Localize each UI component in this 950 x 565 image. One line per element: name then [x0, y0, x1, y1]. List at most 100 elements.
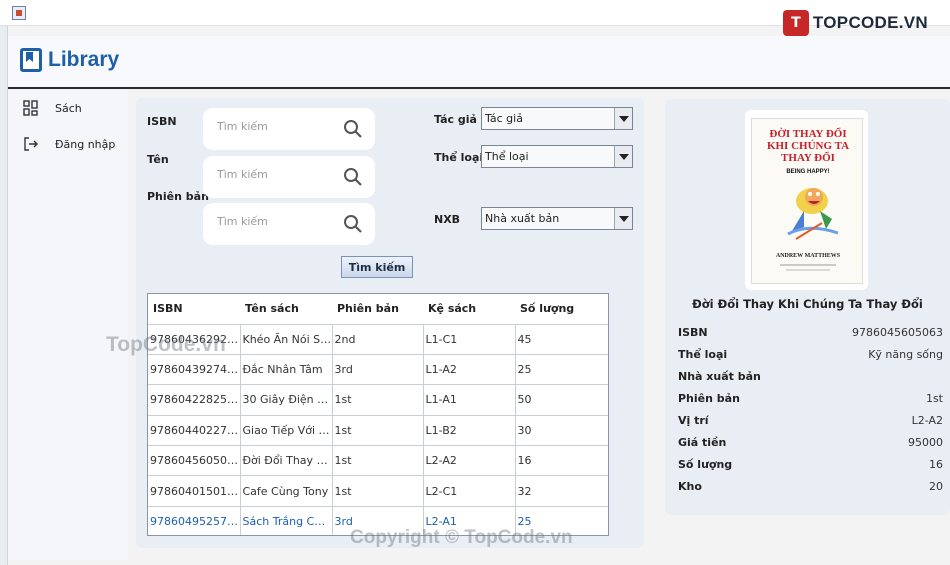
sidebar-item-dang-nhap[interactable]: Đăng nhập	[23, 136, 115, 152]
table-cell: 9786040150148	[148, 475, 241, 507]
table-cell: 45	[515, 324, 608, 355]
search-button[interactable]: Tìm kiếm	[341, 256, 413, 278]
detail-field-row: ISBN 9786045605063	[678, 326, 943, 342]
table-cell: L1-C1	[423, 324, 516, 355]
book-cover-frame: ĐỜI THAY ĐỔI KHI CHÚNG TA THAY ĐỔI BEING…	[745, 110, 868, 290]
detail-field-row: Giá tiền 95000	[678, 436, 943, 452]
tac-gia-label: Tác giả	[434, 113, 477, 126]
detail-field-row: Số lượng 16	[678, 458, 943, 474]
table-cell: Cafe Cùng Tony	[240, 475, 333, 507]
search-icon[interactable]	[343, 214, 363, 234]
cover-title-line-3: THAY ĐỔI	[781, 151, 835, 164]
table-row[interactable]: 9786043927436 Đắc Nhân Tâm 3rd L1-A2 25	[148, 354, 608, 386]
window-left-edge	[0, 26, 8, 565]
detail-field-value: 95000	[908, 436, 943, 449]
detail-field-value: 1st	[925, 392, 943, 405]
search-icon[interactable]	[343, 119, 363, 139]
detail-field-value: 20	[929, 480, 943, 493]
phien-ban-label: Phiên bản	[147, 190, 209, 203]
table-row[interactable]: 9786040150148 Cafe Cùng Tony 1st L2-C1 32	[148, 475, 608, 507]
detail-field-label: Thể loại	[678, 348, 728, 361]
table-cell: L1-A1	[423, 384, 516, 416]
table-row[interactable]: 9786049525795Sách Trắng Công Nghệ3rdL2-A…	[148, 506, 608, 535]
table-row[interactable]: 9786044022741Giao Tiếp Với Bất Kỳ Ai1stL…	[148, 415, 608, 447]
table-cell: 1st	[332, 475, 424, 507]
table-cell: L2-A1	[423, 506, 516, 535]
table-cell: 25	[515, 506, 608, 535]
nxb-dropdown[interactable]: Nhà xuất bản	[481, 207, 633, 230]
isbn-label: ISBN	[147, 115, 177, 128]
table-cell: 2nd	[332, 324, 424, 355]
table-cell: Đắc Nhân Tâm	[240, 354, 333, 386]
chevron-down-icon[interactable]	[615, 146, 632, 167]
column-header-phien-ban[interactable]: Phiên bản	[332, 294, 423, 325]
detail-field-row: Nhà xuất bản	[678, 370, 943, 386]
table-cell: 25	[515, 354, 608, 386]
books-table: ISBN Tên sách Phiên bản Kệ sách Số lượng…	[147, 293, 609, 536]
detail-field-row: Phiên bản 1st	[678, 392, 943, 408]
isbn-search-box	[203, 108, 375, 150]
table-cell: 50	[515, 384, 608, 416]
table-row[interactable]: 9786043629224Khéo Ăn Nói Sẽ Có Được Thiê…	[148, 324, 608, 355]
detail-field-label: Nhà xuất bản	[678, 370, 761, 383]
detail-field-label: Giá tiền	[678, 436, 727, 449]
table-cell: 1st	[332, 384, 424, 416]
topcode-watermark-logo: T TOPCODE.VN	[782, 10, 928, 36]
table-cell: 9786049525795	[148, 506, 241, 535]
grid-icon	[23, 100, 38, 116]
table-row[interactable]: 9786045605063Đời Đổi Thay Khi Chúng Ta T…	[148, 445, 608, 477]
search-icon[interactable]	[343, 167, 363, 187]
detail-field-label: Số lượng	[678, 458, 733, 471]
table-cell: 1st	[332, 415, 424, 447]
isbn-search-input[interactable]	[217, 120, 335, 133]
detail-field-row: Kho 20	[678, 480, 943, 496]
table-cell: 30 Giây Điện Ảnh	[240, 384, 333, 416]
table-cell: 9786045605063	[148, 445, 241, 477]
phien-ban-search-box	[203, 203, 375, 245]
topcode-logo-icon: T	[782, 10, 809, 36]
table-header-row: ISBN Tên sách Phiên bản Kệ sách Số lượng	[148, 294, 608, 325]
chevron-down-icon[interactable]	[615, 208, 632, 229]
detail-field-label: Vị trí	[678, 414, 709, 427]
column-header-ten-sach[interactable]: Tên sách	[240, 294, 332, 325]
sidebar-item-label: Sách	[55, 101, 82, 115]
table-row[interactable]: 9786042282512 30 Giây Điện Ảnh 1st L1-A1 50	[148, 384, 608, 416]
detail-field-label: Phiên bản	[678, 392, 740, 405]
column-header-so-luong[interactable]: Số lượng	[515, 294, 608, 325]
sidebar-item-sach[interactable]: Sách	[23, 100, 82, 116]
search-panel: ISBN Tên Phiên bản Tác giả Thể loại NXB …	[136, 98, 644, 548]
tac-gia-dropdown[interactable]: Tác giả	[481, 107, 633, 130]
table-cell: 9786043927436	[148, 354, 241, 386]
table-cell: L2-C1	[423, 475, 516, 507]
detail-field-row: Thể loại Kỹ năng sống	[678, 348, 943, 364]
app-title: Library	[48, 48, 120, 71]
column-header-ke-sach[interactable]: Kệ sách	[423, 294, 515, 325]
book-detail-panel: ĐỜI THAY ĐỔI KHI CHÚNG TA THAY ĐỔI BEING…	[665, 99, 950, 515]
detail-field-value: 16	[929, 458, 943, 471]
tac-gia-selected: Tác giả	[482, 108, 615, 129]
login-icon	[24, 137, 38, 151]
table-cell: Giao Tiếp Với Bất Kỳ Ai	[240, 415, 333, 447]
book-icon	[20, 48, 42, 72]
table-cell: 3rd	[332, 354, 424, 386]
detail-field-value: 9786045605063	[852, 326, 943, 339]
book-cover-art: ĐỜI THAY ĐỔI KHI CHÚNG TA THAY ĐỔI BEING…	[752, 119, 862, 283]
column-header-isbn[interactable]: ISBN	[148, 294, 240, 325]
table-cell: 16	[515, 445, 608, 477]
chevron-down-icon[interactable]	[615, 108, 632, 129]
table-cell: Đời Đổi Thay Khi Chúng Ta Thay Đổi	[240, 445, 333, 477]
table-cell: 9786044022741	[148, 415, 241, 447]
the-loai-dropdown[interactable]: Thể loại	[481, 145, 633, 168]
app-logo: Library	[20, 48, 119, 72]
table-cell: Sách Trắng Công Nghệ	[240, 506, 333, 535]
detail-field-label: Kho	[678, 480, 702, 493]
ten-label: Tên	[147, 153, 169, 166]
nxb-label: NXB	[434, 213, 461, 226]
table-cell: L2-A2	[423, 445, 516, 477]
ten-search-input[interactable]	[217, 168, 335, 181]
book-cover-image: ĐỜI THAY ĐỔI KHI CHÚNG TA THAY ĐỔI BEING…	[751, 118, 863, 284]
detail-field-value: Kỹ năng sống	[868, 348, 943, 361]
table-cell: L1-A2	[423, 354, 516, 386]
table-cell: 9786042282512	[148, 384, 241, 416]
phien-ban-search-input[interactable]	[217, 215, 335, 228]
